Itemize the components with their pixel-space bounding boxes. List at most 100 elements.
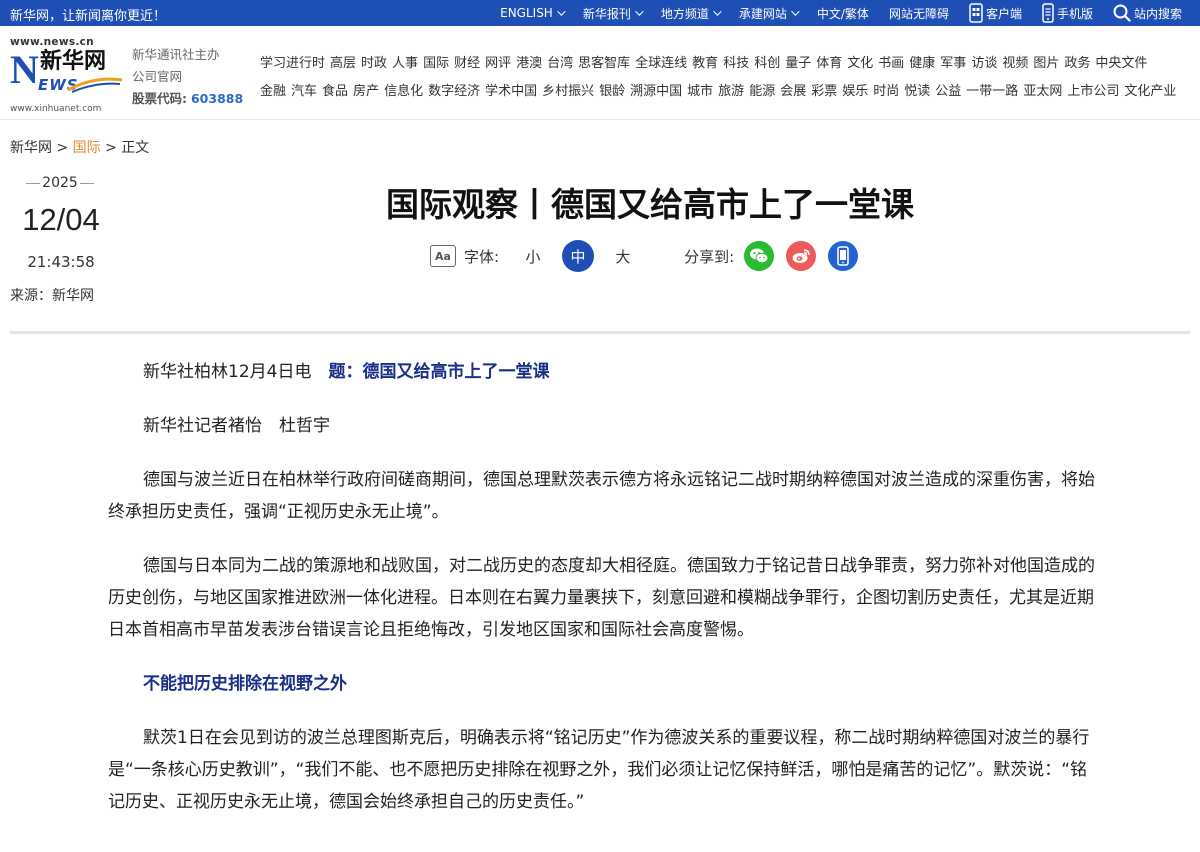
channel-link[interactable]: 体育: [816, 50, 842, 78]
channel-link[interactable]: 彩票: [811, 78, 837, 106]
breadcrumb-home[interactable]: 新华网: [10, 140, 52, 156]
channel-nav: 学习进行时 高层 时政 人事 国际 财经 网评 港澳 台湾 思客智库 全球连线 教育 科技 科创 量子 体育文…: [260, 50, 1192, 106]
channel-link[interactable]: 港澳: [516, 50, 542, 78]
channel-link[interactable]: 访谈: [971, 50, 997, 78]
channel-link[interactable]: 科创: [754, 50, 780, 78]
channel-link[interactable]: 图片: [1033, 50, 1059, 78]
top-nav-label: 网站无障碍: [888, 6, 949, 21]
share-label: 分享到:: [684, 247, 735, 266]
channel-link[interactable]: 书画: [878, 50, 904, 78]
mobile-icon: [837, 246, 849, 266]
channel-link[interactable]: 汽车: [291, 78, 317, 106]
top-nav-label: 地方频道: [660, 6, 709, 21]
stock-code-value[interactable]: 603888: [191, 91, 243, 106]
font-size-small-button[interactable]: 小: [517, 240, 549, 272]
channel-link[interactable]: 一带一路: [966, 78, 1018, 106]
article-reporters: 新华社记者褚怡 杜哲宇: [143, 416, 330, 436]
channel-link[interactable]: 上市公司: [1067, 78, 1119, 106]
top-nav-label: ENGLISH: [500, 6, 553, 20]
font-size-icon: Aa: [430, 245, 456, 267]
channel-link[interactable]: 国际: [423, 50, 449, 78]
top-nav-label: 站内搜索: [1133, 6, 1182, 21]
channel-link[interactable]: 乡村振兴: [542, 78, 594, 106]
breadcrumb-section[interactable]: 国际: [73, 140, 101, 156]
chevron-down-icon: [791, 7, 800, 16]
site-logo[interactable]: www.news.cn N 新华网 EWS www.xinhuanet.com: [8, 36, 124, 116]
channel-link[interactable]: 教育: [692, 50, 718, 78]
channel-link[interactable]: 网评: [485, 50, 511, 78]
chevron-down-icon: [635, 7, 644, 16]
channel-link[interactable]: 健康: [909, 50, 935, 78]
channel-link[interactable]: 溯源中国: [630, 78, 682, 106]
top-nav-english[interactable]: ENGLISH: [490, 6, 573, 20]
channel-link[interactable]: 文化: [847, 50, 873, 78]
font-size-label: 字体:: [464, 247, 500, 266]
channel-link[interactable]: 政务: [1064, 50, 1090, 78]
channel-link[interactable]: 全球连线: [635, 50, 687, 78]
channel-link[interactable]: 中央文件: [1095, 50, 1147, 78]
channel-link[interactable]: 思客智库: [578, 50, 630, 78]
channel-link[interactable]: 会展: [780, 78, 806, 106]
channel-link[interactable]: 文化产业: [1124, 78, 1176, 106]
publish-time: 21:43:58: [27, 253, 95, 271]
channel-link[interactable]: 房产: [353, 78, 379, 106]
top-nav-label: 手机版: [1056, 6, 1093, 21]
channel-link[interactable]: 旅游: [718, 78, 744, 106]
channel-link[interactable]: 金融: [260, 78, 286, 106]
article-source: 来源：新华网: [10, 288, 94, 304]
dateline-text: 新华社柏林12月4日电: [143, 362, 312, 382]
channel-link[interactable]: 悦读: [904, 78, 930, 106]
channel-link[interactable]: 学习进行时: [260, 50, 325, 78]
channel-link[interactable]: 财经: [454, 50, 480, 78]
stock-code-label: 股票代码:: [132, 91, 187, 106]
channel-link[interactable]: 银龄: [599, 78, 625, 106]
channel-link[interactable]: 食品: [322, 78, 348, 106]
channel-link[interactable]: 量子: [785, 50, 811, 78]
top-nav-mobile[interactable]: 手机版: [1032, 3, 1103, 23]
phone-app-icon: [969, 3, 983, 23]
top-nav-label: 新华报刊: [582, 6, 631, 21]
channel-link[interactable]: 视频: [1002, 50, 1028, 78]
share-weibo-button[interactable]: [786, 241, 817, 271]
top-nav-client-app[interactable]: 客户端: [959, 3, 1032, 23]
article-paragraph: 德国与日本同为二战的策源地和战败国，对二战历史的态度却大相径庭。德国致力于铭记昔…: [108, 556, 1095, 640]
article-title: 国际观察丨德国又给高市上了一堂课: [386, 185, 914, 224]
share-wechat-button[interactable]: [744, 241, 775, 271]
chevron-down-icon: [557, 7, 566, 16]
channel-link[interactable]: 人事: [392, 50, 418, 78]
channel-link[interactable]: 学术中国: [485, 78, 537, 106]
top-nav-newspapers[interactable]: 新华报刊: [573, 5, 651, 22]
top-nav-traditional-chinese[interactable]: 中文/繁体: [807, 5, 879, 22]
wechat-icon: [750, 248, 769, 264]
breadcrumb-current: 正文: [121, 140, 150, 156]
channel-link[interactable]: 时尚: [873, 78, 899, 106]
logo-letter-n: N: [10, 47, 39, 92]
channel-link[interactable]: 公益: [935, 78, 961, 106]
channel-link[interactable]: 军事: [940, 50, 966, 78]
channel-link[interactable]: 数字经济: [428, 78, 480, 106]
top-nav-local-channels[interactable]: 地方频道: [651, 5, 729, 22]
channel-link[interactable]: 台湾: [547, 50, 573, 78]
share-mobile-button[interactable]: [828, 241, 859, 271]
top-nav-site-search[interactable]: 站内搜索: [1103, 4, 1192, 22]
org-info: 新华通讯社主办 公司官网 股票代码: 603888: [132, 44, 243, 110]
font-size-large-button[interactable]: 大: [607, 240, 639, 272]
publish-month-day: 12/04: [22, 202, 100, 237]
channel-link[interactable]: 信息化: [384, 78, 423, 106]
channel-row-1: 学习进行时 高层 时政 人事 国际 财经 网评 港澳 台湾 思客智库 全球连线 教育 科技 科创 量子 体育文…: [260, 50, 1192, 78]
publish-year: 2025: [18, 175, 102, 191]
channel-link[interactable]: 城市: [687, 78, 713, 106]
top-nav-accessibility[interactable]: 网站无障碍: [879, 5, 959, 22]
breadcrumb-separator: >: [100, 140, 122, 156]
channel-link[interactable]: 亚太网: [1023, 78, 1062, 106]
font-size-medium-button[interactable]: 中: [562, 240, 595, 272]
top-nav-built-sites[interactable]: 承建网站: [729, 5, 807, 22]
top-nav: ENGLISH 新华报刊 地方频道 承建网站 中文/繁体 网站无障碍 客户端 手…: [490, 0, 1192, 26]
article-dateline: 新华社柏林12月4日电 题：德国又给高市上了一堂课: [108, 356, 1096, 388]
channel-link[interactable]: 时政: [361, 50, 387, 78]
channel-link[interactable]: 高层: [330, 50, 356, 78]
channel-link[interactable]: 能源: [749, 78, 775, 106]
channel-link[interactable]: 娱乐: [842, 78, 868, 106]
channel-link[interactable]: 科技: [723, 50, 749, 78]
top-bar: 新华网，让新闻离你更近！ ENGLISH 新华报刊 地方频道 承建网站 中文/繁…: [0, 0, 1200, 26]
